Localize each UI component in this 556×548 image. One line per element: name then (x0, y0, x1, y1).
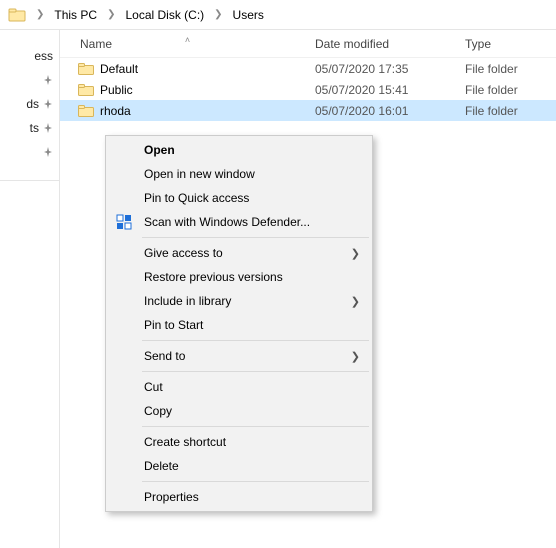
column-header-date[interactable]: Date modified (315, 37, 465, 51)
file-name: Default (100, 62, 138, 76)
menu-item-label: Pin to Quick access (144, 191, 249, 205)
menu-divider (142, 426, 369, 427)
context-menu[interactable]: Open Open in new window Pin to Quick acces… (105, 135, 373, 512)
nav-item-label: ts (30, 121, 39, 135)
menu-item-label: Scan with Windows Defender... (144, 215, 310, 229)
menu-item-label: Cut (144, 380, 163, 394)
table-row[interactable]: rhoda 05/07/2020 16:01 File folder (60, 100, 556, 121)
menu-item-label: Pin to Start (144, 318, 203, 332)
menu-divider (142, 340, 369, 341)
menu-item[interactable]: Cut (108, 375, 370, 399)
breadcrumb-item[interactable]: This PC (50, 6, 101, 24)
nav-item[interactable] (0, 68, 59, 92)
file-name: Public (100, 83, 133, 97)
menu-item[interactable]: Copy (108, 399, 370, 423)
file-type: File folder (465, 62, 518, 76)
nav-item-label: ess (34, 49, 53, 63)
sort-asc-icon: ˄ (185, 35, 190, 45)
nav-item[interactable] (0, 140, 59, 164)
menu-item[interactable]: Open (108, 138, 370, 162)
defender-icon (116, 214, 132, 230)
chevron-right-icon: ❯ (351, 350, 360, 363)
menu-item[interactable]: Restore previous versions (108, 265, 370, 289)
menu-item-label: Give access to (144, 246, 223, 260)
column-headers[interactable]: ˄ Name Date modified Type (60, 30, 556, 58)
chevron-right-icon: ❯ (36, 9, 44, 20)
column-header-label: Date modified (315, 37, 389, 51)
pin-icon (43, 99, 53, 109)
nav-item-label: ds (26, 97, 39, 111)
menu-item[interactable]: Pin to Quick access (108, 186, 370, 210)
menu-item-label: Copy (144, 404, 172, 418)
file-name: rhoda (100, 104, 131, 118)
column-header-name[interactable]: ˄ Name (60, 37, 315, 51)
menu-item-label: Include in library (144, 294, 231, 308)
menu-item[interactable]: Pin to Start (108, 313, 370, 337)
column-header-label: Name (80, 37, 112, 51)
table-row[interactable]: Public 05/07/2020 15:41 File folder (60, 79, 556, 100)
menu-divider (142, 481, 369, 482)
pin-icon (43, 75, 53, 85)
menu-item[interactable]: Delete (108, 454, 370, 478)
file-date: 05/07/2020 15:41 (315, 83, 408, 97)
menu-item-label: Delete (144, 459, 179, 473)
nav-separator (0, 180, 59, 181)
nav-item[interactable]: ts (0, 116, 59, 140)
folder-icon (78, 104, 94, 118)
file-date: 05/07/2020 17:35 (315, 62, 408, 76)
breadcrumb-item[interactable]: Local Disk (C:) (121, 6, 208, 24)
chevron-right-icon: ❯ (214, 9, 222, 20)
menu-item-label: Send to (144, 349, 185, 363)
menu-item-label: Properties (144, 490, 199, 504)
menu-item[interactable]: Scan with Windows Defender... (108, 210, 370, 234)
nav-item[interactable]: ds (0, 92, 59, 116)
file-date: 05/07/2020 16:01 (315, 104, 408, 118)
pin-icon (43, 123, 53, 133)
chevron-right-icon: ❯ (351, 295, 360, 308)
column-header-type[interactable]: Type (465, 37, 556, 51)
menu-divider (142, 237, 369, 238)
menu-item[interactable]: Include in library ❯ (108, 289, 370, 313)
menu-item[interactable]: Open in new window (108, 162, 370, 186)
menu-item-label: Open in new window (144, 167, 255, 181)
breadcrumb[interactable]: ❯ This PC ❯ Local Disk (C:) ❯ Users (0, 0, 556, 30)
menu-item-label: Open (144, 143, 175, 157)
column-header-label: Type (465, 37, 491, 51)
menu-item[interactable]: Properties (108, 485, 370, 509)
breadcrumb-item[interactable]: Users (229, 6, 268, 24)
menu-divider (142, 371, 369, 372)
folder-icon (78, 62, 94, 76)
file-type: File folder (465, 104, 518, 118)
pin-icon (43, 147, 53, 157)
menu-item-label: Restore previous versions (144, 270, 283, 284)
file-type: File folder (465, 83, 518, 97)
chevron-right-icon: ❯ (107, 9, 115, 20)
menu-item-label: Create shortcut (144, 435, 226, 449)
navigation-pane[interactable]: ess ds ts (0, 30, 60, 548)
nav-item[interactable]: ess (0, 44, 59, 68)
table-row[interactable]: Default 05/07/2020 17:35 File folder (60, 58, 556, 79)
chevron-right-icon: ❯ (351, 247, 360, 260)
menu-item[interactable]: Give access to ❯ (108, 241, 370, 265)
menu-item[interactable]: Send to ❯ (108, 344, 370, 368)
folder-icon (8, 6, 26, 24)
menu-item[interactable]: Create shortcut (108, 430, 370, 454)
folder-icon (78, 83, 94, 97)
